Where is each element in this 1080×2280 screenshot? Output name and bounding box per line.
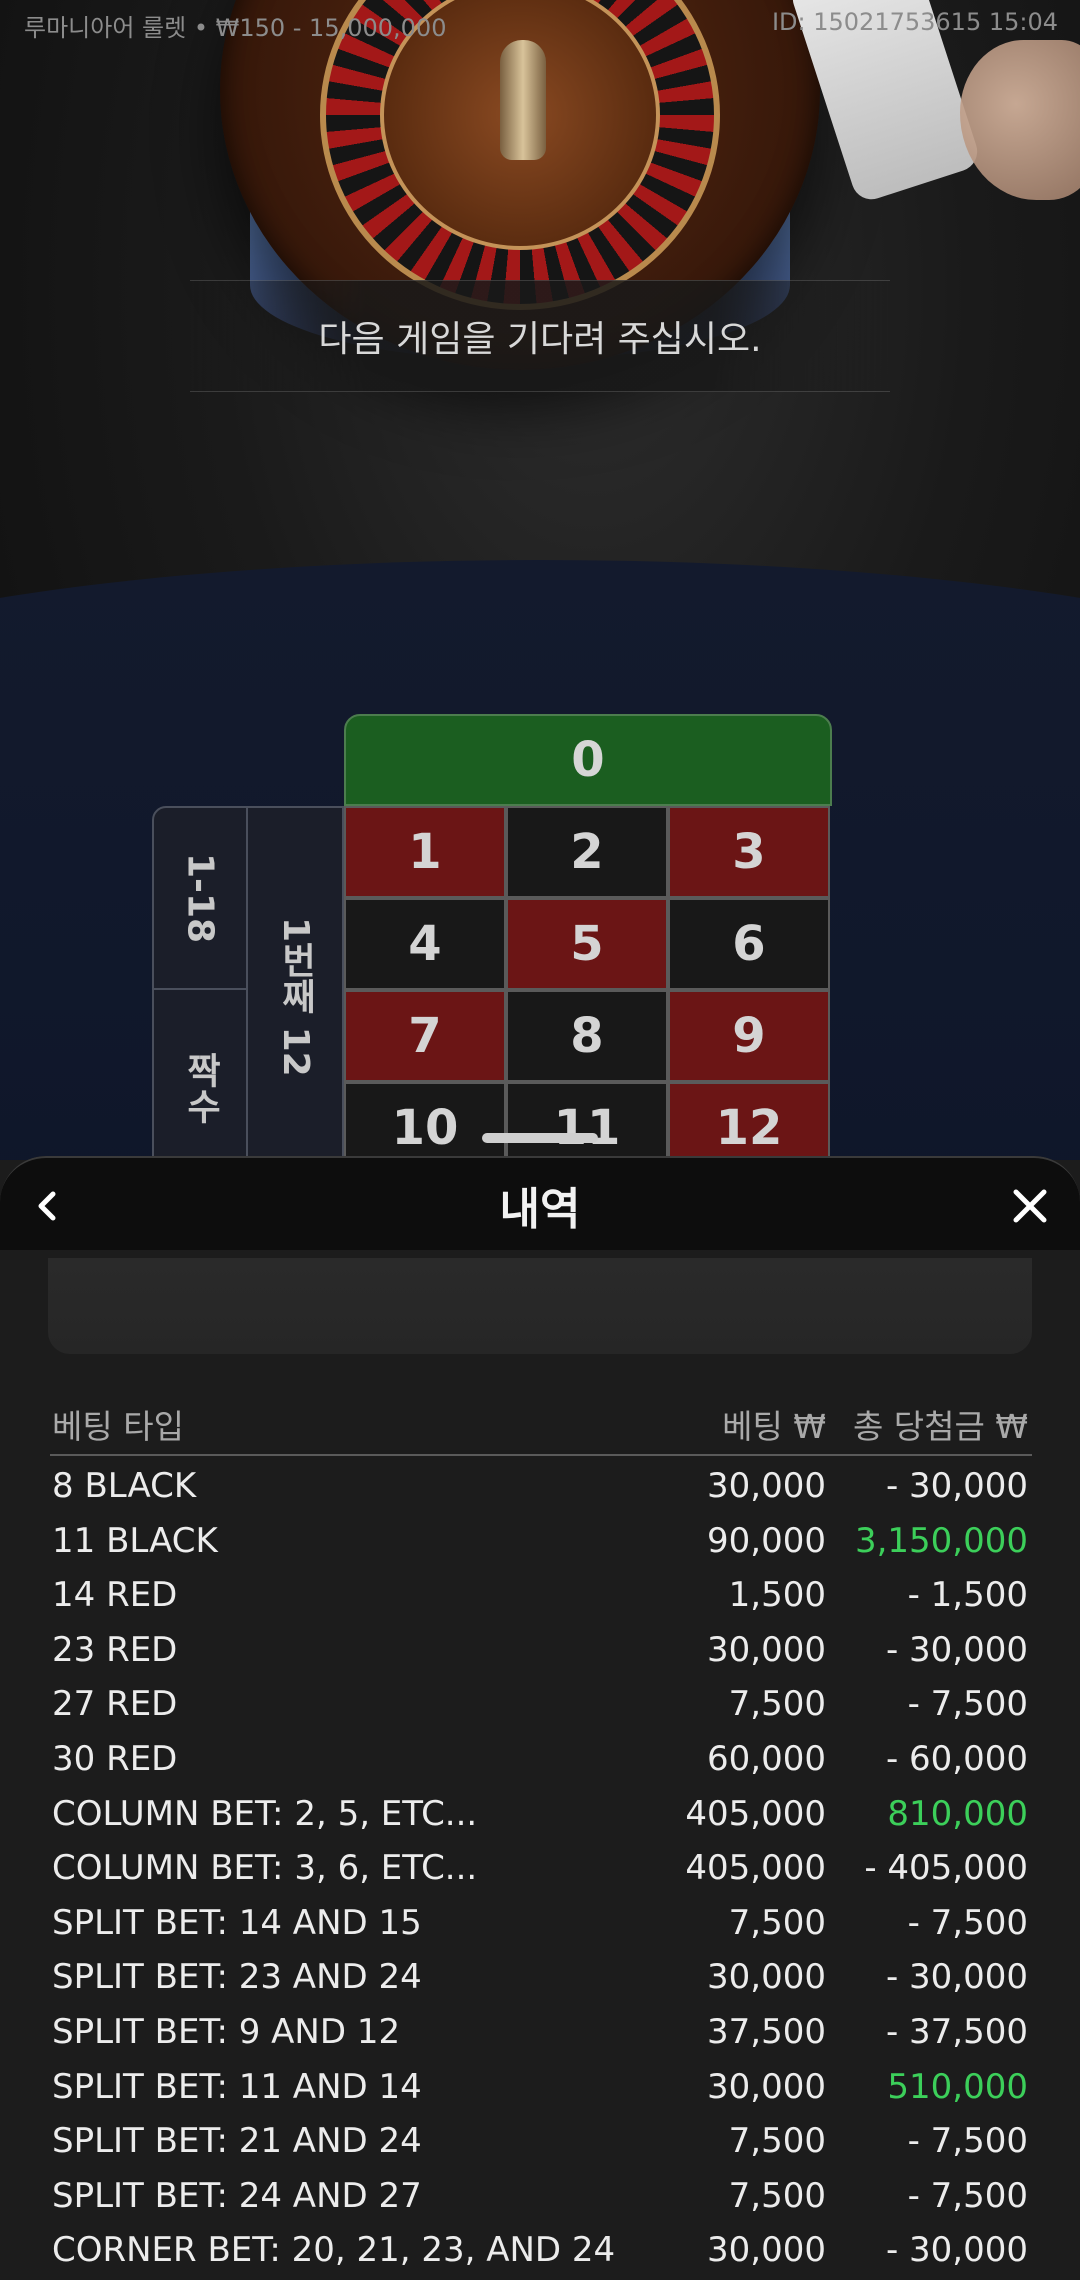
- bet-type-cell: CORNER BET: 20, 21, 23, AND 24: [52, 2230, 616, 2271]
- dozen-bets-column: 1번째 12: [248, 806, 344, 1160]
- bet-amount-cell: 30,000: [707, 1466, 826, 1506]
- total-win-cell: - 30,000: [885, 1957, 1028, 1998]
- bet-amount-cell: 7,500: [728, 1902, 826, 1943]
- bet-type-cell: SPLIT BET: 21 AND 24: [52, 2121, 422, 2162]
- bet-amount-cell: 7,500: [728, 1684, 826, 1725]
- bet-amount-cell: 405,000: [685, 1793, 826, 1834]
- bet-cell-5[interactable]: 5: [506, 898, 668, 990]
- bet-amount-cell: 30,000: [707, 2066, 826, 2107]
- outside-bets-column: 1-18 짝수: [152, 806, 250, 1160]
- panel-drag-handle[interactable]: [482, 1133, 598, 1143]
- bet-amount-cell: 30,000: [707, 2230, 826, 2271]
- history-panel: 내역 베팅 타입 베팅 ₩ 총 당첨금 ₩ 8 BLACK 30,000 - 30,…: [0, 1156, 1080, 2280]
- bet-type-cell: SPLIT BET: 11 AND 14: [52, 2066, 422, 2107]
- total-win-cell: - 1,500: [907, 1575, 1028, 1616]
- bet-type-cell: 27 RED: [52, 1684, 178, 1725]
- total-win-cell: - 37,500: [885, 2011, 1028, 2052]
- bet-type-cell: 8 BLACK: [52, 1466, 197, 1506]
- history-table-header: 베팅 타입 베팅 ₩ 총 당첨금 ₩: [50, 1396, 1032, 1456]
- bet-cell-12[interactable]: 12: [668, 1082, 830, 1160]
- bet-first-dozen[interactable]: 1번째 12: [248, 808, 342, 1160]
- live-video: 루마니아어 룰렛 • ₩150 - 15,000,000 ID: 1502175…: [0, 0, 1080, 1160]
- bet-type-cell: 14 RED: [52, 1575, 178, 1616]
- bet-amount-cell: 37,500: [707, 2011, 826, 2052]
- close-button[interactable]: [1002, 1178, 1058, 1234]
- bet-cell-11[interactable]: 11: [506, 1082, 668, 1160]
- column-total-win: 총 당첨금 ₩: [852, 1407, 1028, 1446]
- table-row: COLUMN BET: 3, 6, ETC... 405,000 - 405,000: [50, 1840, 1032, 1895]
- history-table-body: 8 BLACK 30,000 - 30,000 11 BLACK 90,000 3,150…: [50, 1458, 1032, 2277]
- bet-cell-1[interactable]: 1: [344, 806, 506, 898]
- table-row: 30 RED 60,000 - 60,000: [50, 1731, 1032, 1786]
- bet-type-cell: 11 BLACK: [52, 1520, 218, 1561]
- dealer-hand: [960, 40, 1080, 200]
- total-win-cell: - 30,000: [885, 1466, 1028, 1506]
- table-row: SPLIT BET: 11 AND 14 30,000 510,000: [50, 2059, 1032, 2114]
- table-row: 23 RED 30,000 - 30,000: [50, 1622, 1032, 1677]
- bet-cell-zero[interactable]: 0: [344, 714, 832, 806]
- bet-amount-cell: 90,000: [707, 1520, 826, 1561]
- table-row: 14 RED 1,500 - 1,500: [50, 1567, 1032, 1622]
- bet-cell-3[interactable]: 3: [668, 806, 830, 898]
- bet-cell-8[interactable]: 8: [506, 990, 668, 1082]
- bet-amount-cell: 1,500: [728, 1575, 826, 1616]
- total-win-cell: - 7,500: [907, 1902, 1028, 1943]
- bet-amount-cell: 30,000: [707, 1957, 826, 1998]
- bet-type-cell: SPLIT BET: 23 AND 24: [52, 1957, 422, 1998]
- bet-type-cell: COLUMN BET: 2, 5, ETC...: [52, 1793, 478, 1834]
- total-win-cell: - 7,500: [907, 1684, 1028, 1725]
- game-id: ID: 15021753615 15:04: [771, 8, 1058, 36]
- bet-cell-2[interactable]: 2: [506, 806, 668, 898]
- bet-amount-cell: 30,000: [707, 1629, 826, 1670]
- bet-1-18[interactable]: 1-18: [154, 808, 246, 988]
- table-row: 27 RED 7,500 - 7,500: [50, 1676, 1032, 1731]
- close-icon: [1013, 1189, 1047, 1223]
- column-bet-type: 베팅 타입: [52, 1407, 184, 1446]
- bet-amount-cell: 7,500: [728, 2121, 826, 2162]
- bet-even[interactable]: 짝수: [154, 990, 246, 1160]
- total-win-cell: - 405,000: [864, 1848, 1028, 1889]
- bet-type-cell: 30 RED: [52, 1738, 178, 1779]
- status-banner: 다음 게임을 기다려 주십시오.: [190, 280, 890, 392]
- back-button[interactable]: [20, 1178, 76, 1234]
- bet-type-cell: 23 RED: [52, 1629, 178, 1670]
- bet-cell-6[interactable]: 6: [668, 898, 830, 990]
- table-row: SPLIT BET: 14 AND 15 7,500 - 7,500: [50, 1895, 1032, 1950]
- table-row: SPLIT BET: 24 AND 27 7,500 - 7,500: [50, 2168, 1032, 2223]
- bet-cell-10[interactable]: 10: [344, 1082, 506, 1160]
- chevron-left-icon: [38, 1191, 56, 1221]
- bet-type-cell: SPLIT BET: 9 AND 12: [52, 2011, 401, 2052]
- round-result-card: [48, 1258, 1032, 1354]
- table-row: CORNER BET: 20, 21, 23, AND 24 30,000 - 30…: [50, 2222, 1032, 2277]
- table-info: 루마니아어 룰렛 • ₩150 - 15,000,000: [24, 14, 447, 42]
- total-win-cell: 810,000: [887, 1793, 1028, 1834]
- bet-amount-cell: 7,500: [728, 2175, 826, 2216]
- panel-header: 내역: [0, 1156, 1080, 1250]
- total-win-cell: - 60,000: [885, 1738, 1028, 1779]
- table-row: COLUMN BET: 2, 5, ETC... 405,000 810,000: [50, 1786, 1032, 1841]
- total-win-cell: - 7,500: [907, 2175, 1028, 2216]
- total-win-cell: 3,150,000: [854, 1520, 1028, 1561]
- table-row: SPLIT BET: 9 AND 12 37,500 - 37,500: [50, 2004, 1032, 2059]
- bet-type-cell: SPLIT BET: 14 AND 15: [52, 1902, 422, 1943]
- bet-cell-9[interactable]: 9: [668, 990, 830, 1082]
- table-row: SPLIT BET: 21 AND 24 7,500 - 7,500: [50, 2113, 1032, 2168]
- bet-cell-7[interactable]: 7: [344, 990, 506, 1082]
- bet-amount-cell: 405,000: [685, 1848, 826, 1889]
- total-win-cell: - 7,500: [907, 2121, 1028, 2162]
- total-win-cell: - 30,000: [885, 2230, 1028, 2271]
- table-row: 8 BLACK 30,000 - 30,000: [50, 1458, 1032, 1513]
- bet-type-cell: SPLIT BET: 24 AND 27: [52, 2175, 422, 2216]
- total-win-cell: 510,000: [887, 2066, 1028, 2107]
- table-row: SPLIT BET: 23 AND 24 30,000 - 30,000: [50, 1949, 1032, 2004]
- total-win-cell: - 30,000: [885, 1629, 1028, 1670]
- panel-title: 내역: [499, 1184, 581, 1235]
- bet-amount-cell: 60,000: [707, 1738, 826, 1779]
- bet-type-cell: COLUMN BET: 3, 6, ETC...: [52, 1848, 478, 1889]
- wheel-spindle: [500, 40, 546, 160]
- bet-cell-4[interactable]: 4: [344, 898, 506, 990]
- column-bet: 베팅 ₩: [722, 1407, 826, 1446]
- table-row: 11 BLACK 90,000 3,150,000: [50, 1513, 1032, 1568]
